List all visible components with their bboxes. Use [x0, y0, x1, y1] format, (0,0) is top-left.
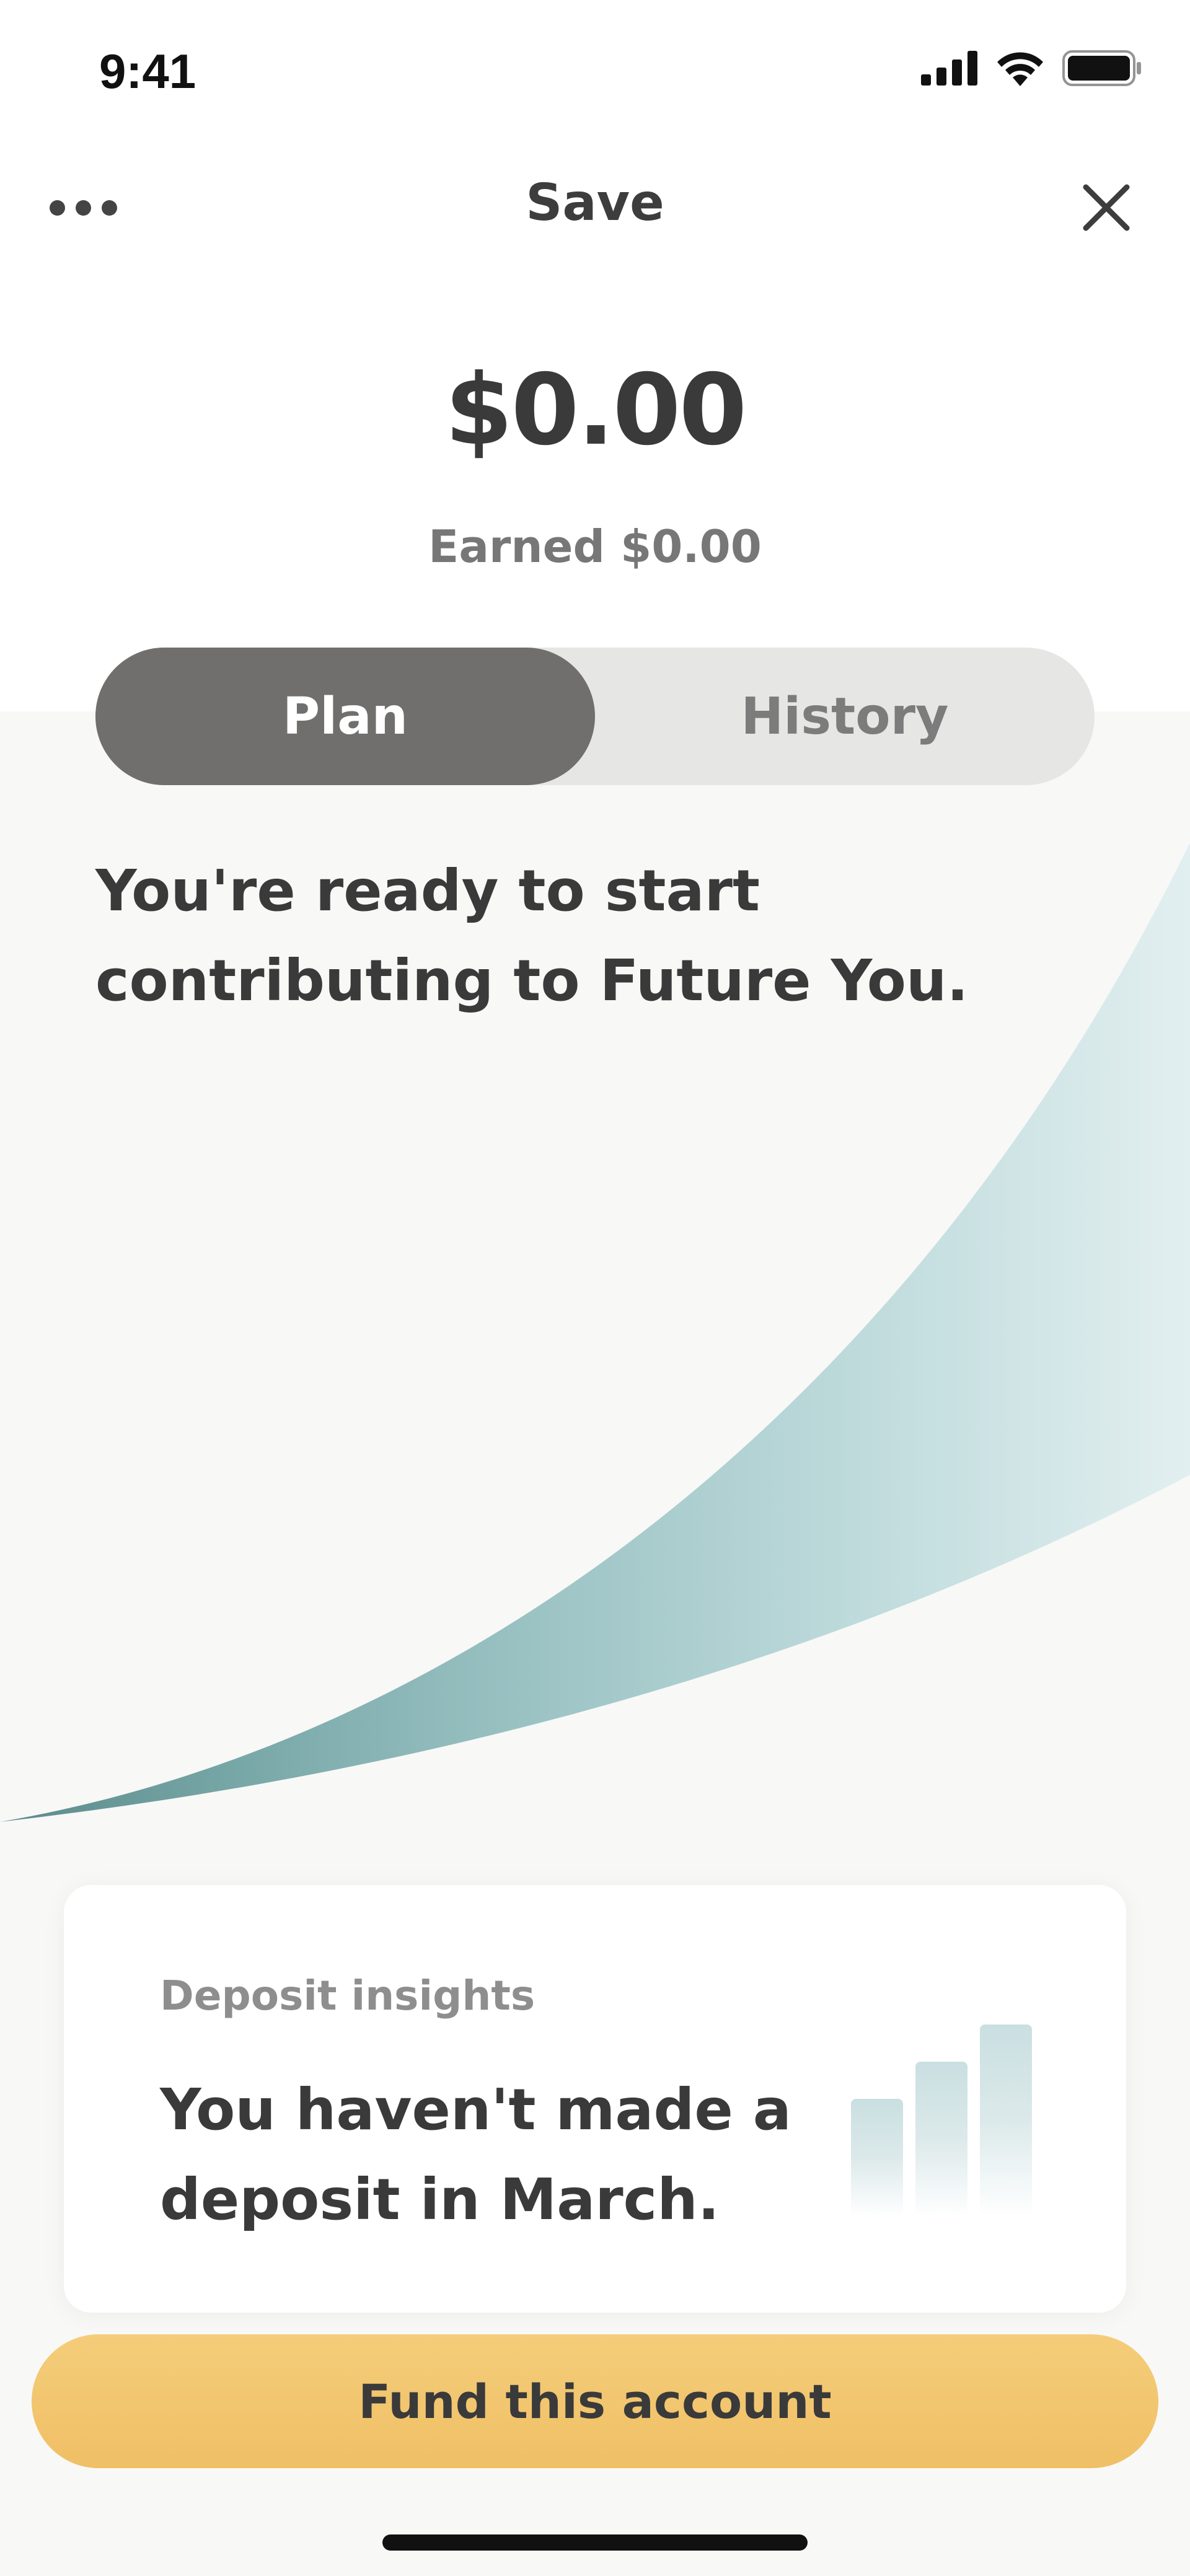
plan-headline: You're ready to start contributing to Fu… — [95, 858, 969, 1014]
cellular-signal-icon — [921, 51, 977, 86]
tab-bar: Plan History — [95, 648, 1095, 785]
account-balance: $0.00 — [444, 353, 747, 467]
earned-amount: Earned $0.00 — [428, 521, 762, 573]
tab-plan[interactable]: Plan — [95, 648, 595, 785]
tab-history[interactable]: History — [595, 648, 1095, 785]
page-title: Save — [526, 174, 664, 232]
status-icons — [921, 50, 1142, 87]
bar-chart-icon — [851, 1994, 1099, 2217]
battery-icon — [1062, 50, 1141, 86]
home-indicator[interactable] — [382, 2534, 808, 2551]
insight-text: You haven't made a deposit in March. — [160, 2077, 791, 2233]
fund-account-button[interactable]: Fund this account — [32, 2334, 1158, 2468]
wifi-icon — [997, 52, 1043, 86]
status-time: 9:41 — [99, 44, 196, 99]
deposit-insights-card[interactable]: Deposit insights You haven't made a depo… — [64, 1885, 1126, 2313]
close-icon[interactable] — [1078, 180, 1134, 235]
insight-label: Deposit insights — [160, 1972, 536, 2020]
status-bar: 9:41 — [0, 0, 1190, 143]
